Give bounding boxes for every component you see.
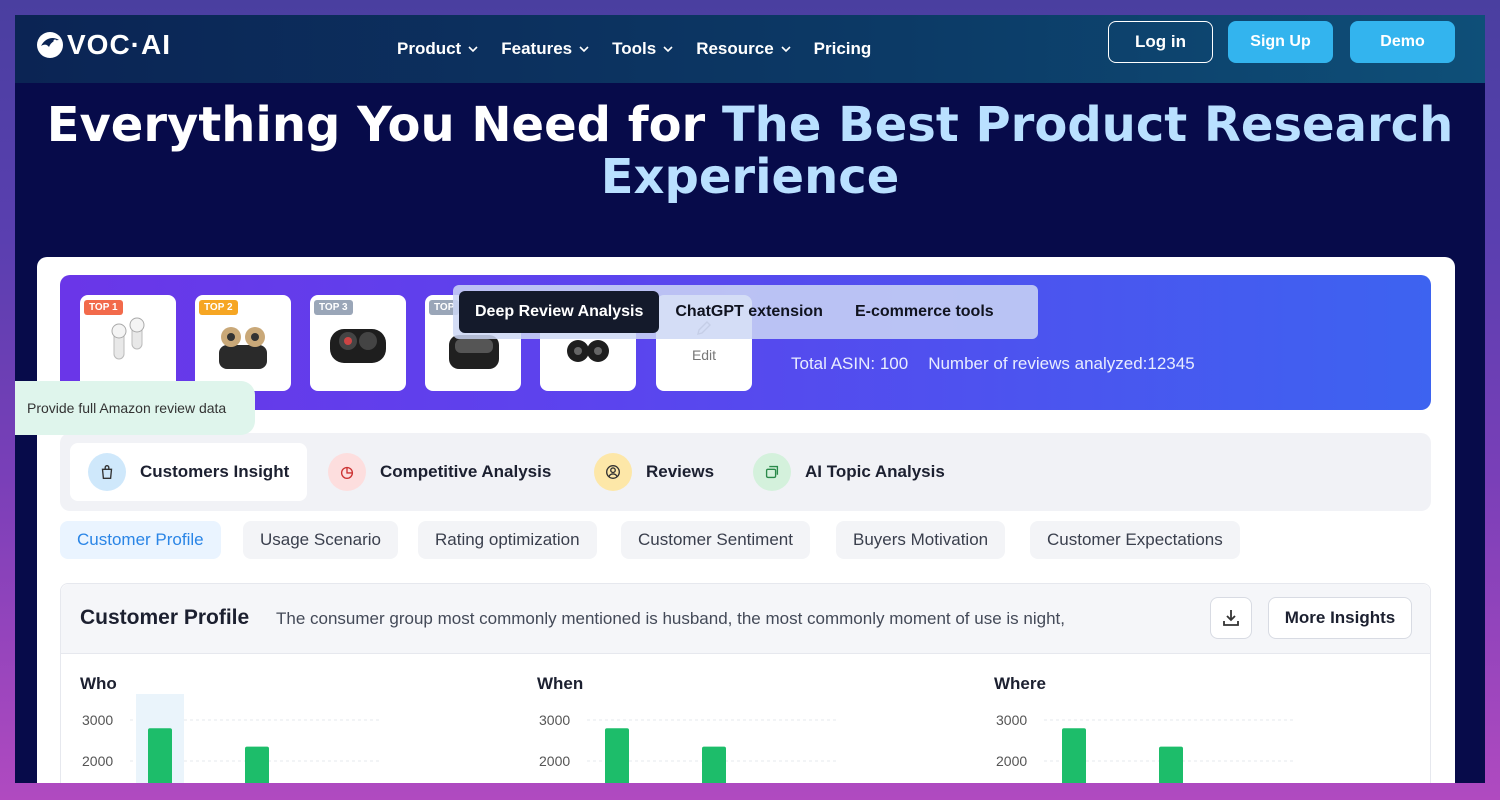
product-thumb-1[interactable]: TOP 1 — [80, 295, 176, 391]
chart-where-title: Where — [994, 674, 1046, 693]
menu-features-label: Features — [501, 39, 573, 58]
menu-resource[interactable]: Resource — [696, 39, 791, 59]
chart-who-title: Who — [80, 674, 117, 693]
menu-product[interactable]: Product — [397, 39, 479, 59]
panel-description: The consumer group most commonly mention… — [276, 609, 1065, 628]
chevron-down-icon — [579, 46, 589, 53]
insight-tabs: Customers Insight Competitive Analysis R… — [60, 433, 1431, 511]
y-tick-label: 3000 — [996, 712, 1027, 728]
reviews-analyzed: Number of reviews analyzed:12345 — [928, 354, 1195, 373]
hero-headline: Everything You Need for The Best Product… — [15, 99, 1485, 203]
shopping-bag-icon — [88, 453, 126, 491]
amazon-data-tooltip: Provide full Amazon review data — [15, 381, 255, 435]
chart-who-svg: 3000 2000 — [82, 694, 380, 783]
product-thumb-2[interactable]: TOP 2 — [195, 295, 291, 391]
subtab-customer-sentiment[interactable]: Customer Sentiment — [621, 521, 810, 559]
menu-features[interactable]: Features — [501, 39, 590, 59]
signup-button[interactable]: Sign Up — [1228, 21, 1333, 63]
chart-who: Who 3000 2000 — [80, 674, 400, 783]
menu-resource-label: Resource — [696, 39, 774, 58]
page-frame: VOC·AI Product Features Tools Resource P… — [15, 15, 1485, 783]
demo-button[interactable]: Demo — [1350, 21, 1455, 63]
chevron-down-icon — [663, 46, 673, 53]
total-asin: Total ASIN: 100 — [791, 354, 909, 373]
menu-tools-label: Tools — [612, 39, 657, 58]
tab-competitive-analysis-label: Competitive Analysis — [380, 462, 552, 481]
menu-pricing[interactable]: Pricing — [814, 39, 872, 59]
edit-label: Edit — [691, 347, 717, 363]
chart-where-svg: 3000 2000 — [996, 712, 1294, 783]
download-button[interactable] — [1210, 597, 1252, 639]
logo[interactable]: VOC·AI — [35, 29, 171, 61]
chart-when-title: When — [537, 674, 584, 693]
tab-deep-review-analysis[interactable]: Deep Review Analysis — [459, 291, 660, 333]
tab-reviews[interactable]: Reviews — [576, 443, 732, 501]
subtab-rating-optimization[interactable]: Rating optimization — [418, 521, 597, 559]
chart-bar[interactable] — [702, 746, 726, 783]
menu-tools[interactable]: Tools — [612, 39, 674, 59]
chart-where: Where 3000 2000 — [994, 674, 1314, 783]
pie-chart-icon — [328, 453, 366, 491]
main-menu: Product Features Tools Resource Pricing — [397, 15, 871, 83]
tab-customers-insight-label: Customers Insight — [140, 462, 290, 481]
subtab-customer-profile[interactable]: Customer Profile — [60, 521, 221, 559]
chart-when-svg: 3000 2000 — [539, 712, 837, 783]
tab-competitive-analysis[interactable]: Competitive Analysis — [310, 443, 569, 501]
panel-header: Customer Profile The consumer group most… — [61, 584, 1430, 654]
chart-when: When 3000 2000 — [537, 674, 857, 783]
subtab-buyers-motivation[interactable]: Buyers Motivation — [836, 521, 1006, 559]
subtab-usage-scenario[interactable]: Usage Scenario — [243, 521, 398, 559]
badge-top1: TOP 1 — [84, 300, 123, 315]
tab-customers-insight[interactable]: Customers Insight — [70, 443, 308, 501]
subtab-customer-expectations[interactable]: Customer Expectations — [1030, 521, 1240, 559]
tab-ai-topic-analysis[interactable]: AI Topic Analysis — [735, 443, 963, 501]
y-tick-label: 2000 — [82, 753, 113, 769]
logo-text: VOC·AI — [67, 29, 171, 60]
tab-ecommerce-tools[interactable]: E-commerce tools — [839, 291, 1010, 333]
hero-line1-white: Everything You Need for — [46, 97, 722, 153]
logo-bird-icon — [37, 32, 63, 58]
layers-icon — [753, 453, 791, 491]
more-insights-button[interactable]: More Insights — [1268, 597, 1412, 639]
hero-line2-blue: Experience — [600, 149, 900, 205]
customer-profile-panel: Customer Profile The consumer group most… — [60, 583, 1431, 783]
chart-bar[interactable] — [1062, 728, 1086, 783]
user-circle-icon — [594, 453, 632, 491]
badge-top3: TOP 3 — [314, 300, 353, 315]
menu-pricing-label: Pricing — [813, 39, 872, 58]
y-tick-label: 2000 — [539, 753, 570, 769]
tab-reviews-label: Reviews — [646, 462, 715, 481]
badge-top2: TOP 2 — [199, 300, 238, 315]
chevron-down-icon — [781, 46, 791, 53]
y-tick-label: 3000 — [82, 712, 113, 728]
banner-stats: Total ASIN: 100 Number of reviews analyz… — [791, 354, 1195, 374]
tab-chatgpt-extension[interactable]: ChatGPT extension — [659, 291, 839, 333]
feature-tabs-overlay: Deep Review Analysis ChatGPT extension E… — [453, 285, 1038, 339]
login-button[interactable]: Log in — [1108, 21, 1213, 63]
y-tick-label: 2000 — [996, 753, 1027, 769]
hero-line1-blue: The Best Product Research — [721, 97, 1454, 153]
menu-product-label: Product — [397, 39, 462, 58]
chart-bar[interactable] — [605, 728, 629, 783]
y-tick-label: 3000 — [539, 712, 570, 728]
download-icon — [1223, 610, 1239, 626]
chevron-down-icon — [468, 46, 478, 53]
chart-bar[interactable] — [1159, 746, 1183, 783]
top-navbar: VOC·AI Product Features Tools Resource P… — [15, 15, 1485, 83]
tab-ai-topic-analysis-label: AI Topic Analysis — [805, 462, 945, 481]
chart-bar[interactable] — [245, 746, 269, 783]
product-thumb-3[interactable]: TOP 3 — [310, 295, 406, 391]
chart-bar[interactable] — [148, 728, 172, 783]
panel-title: Customer Profile — [80, 606, 250, 629]
